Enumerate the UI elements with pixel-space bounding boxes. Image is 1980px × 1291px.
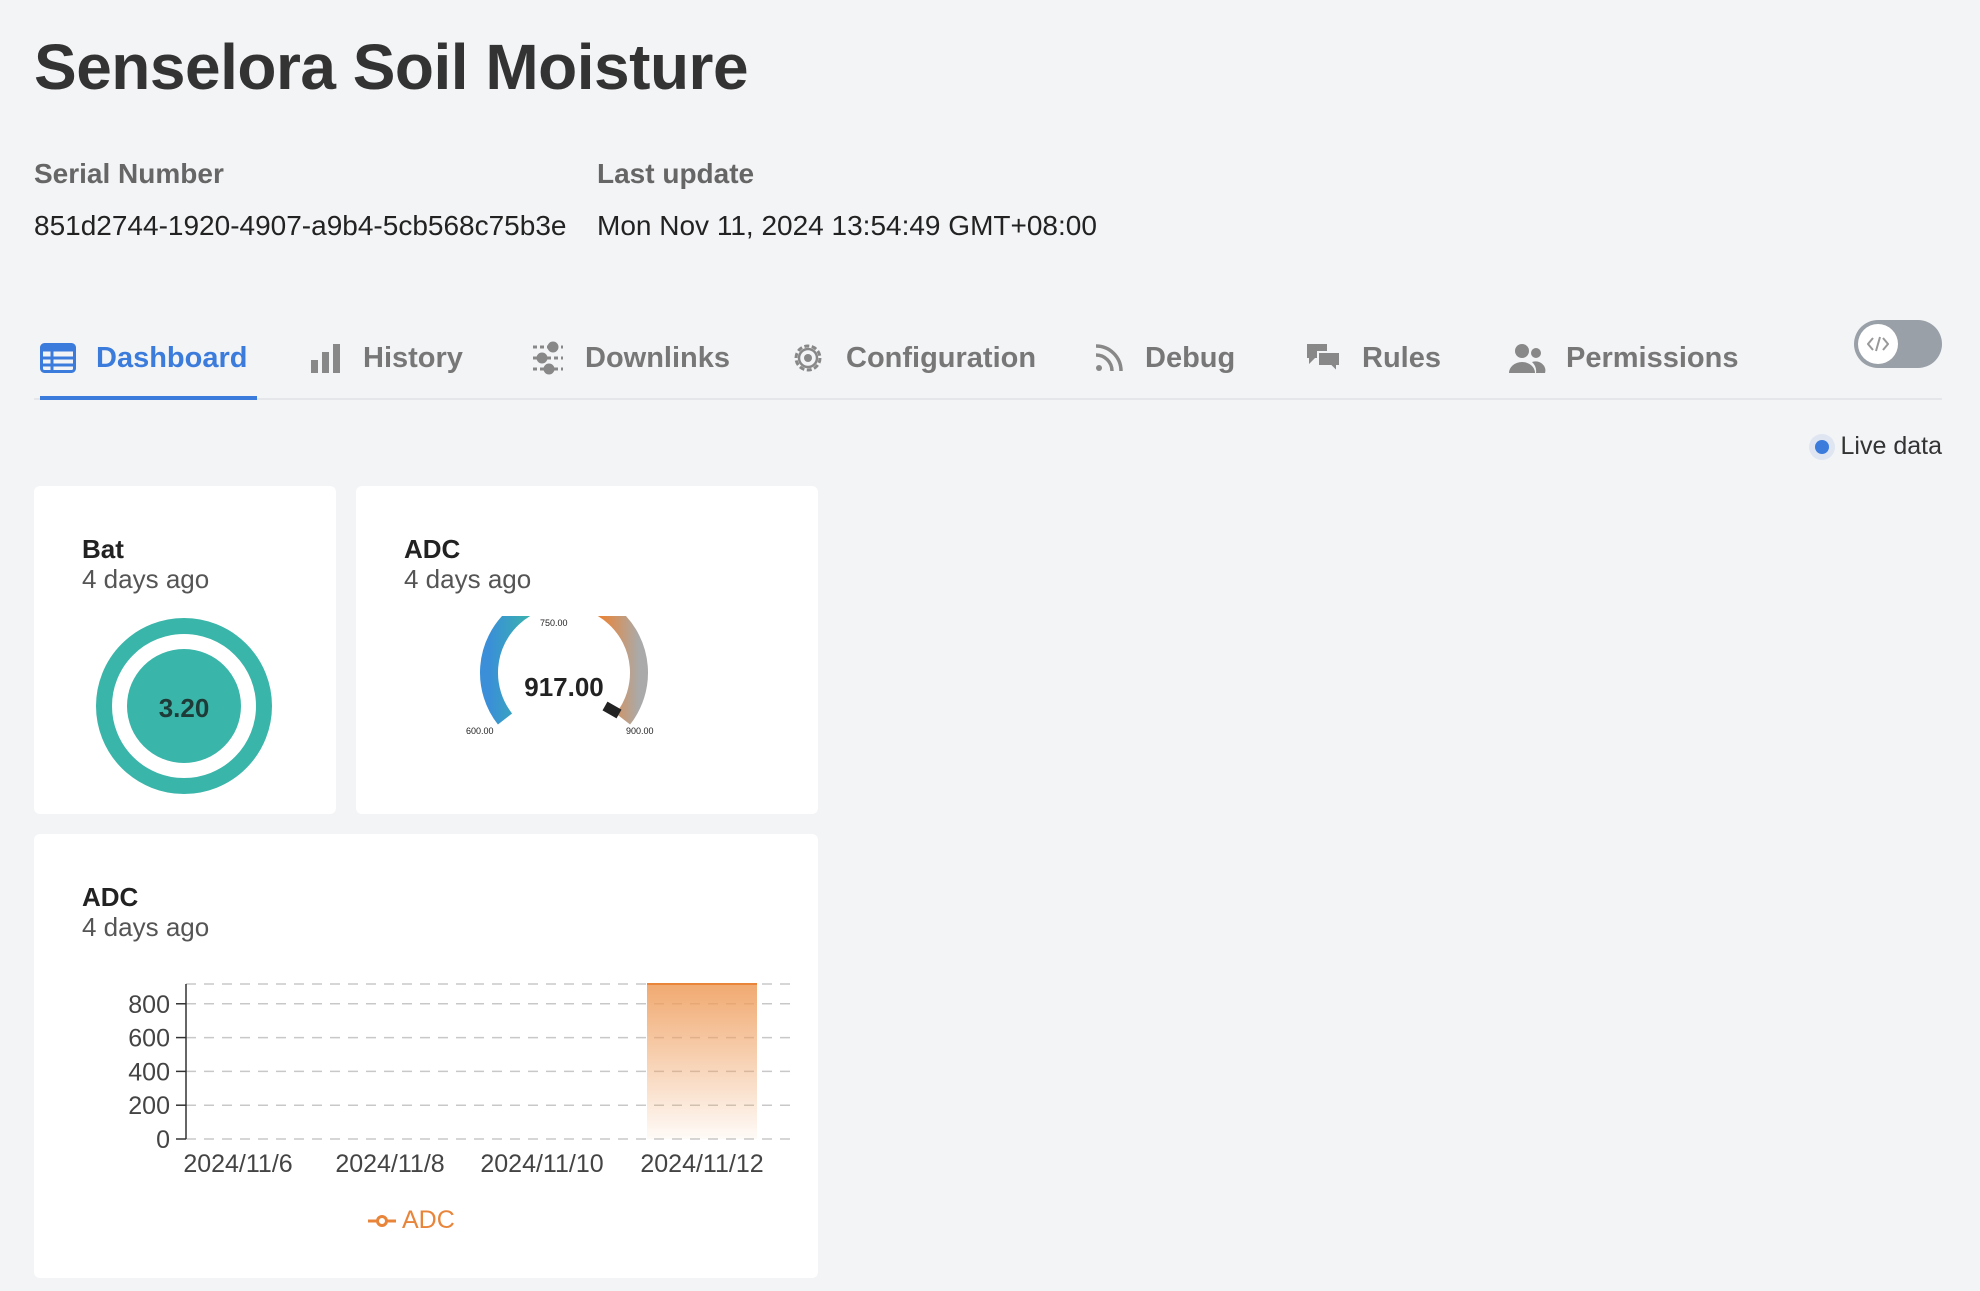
page: Senselora Soil Moisture Serial Number 85… [34, 0, 1942, 1291]
gauge-max-label: 900.00 [626, 726, 654, 736]
adc-gauge-title: ADC [404, 534, 461, 564]
tab-bar: Dashboard History Downlinks Configuratio… [34, 318, 1942, 400]
tab-debug[interactable]: Debug [1093, 318, 1235, 398]
adc-gauge-card: ADC 4 days ago 750.00 600.00 900.00 917.… [356, 486, 818, 814]
page-title: Senselora Soil Moisture [34, 31, 749, 103]
tab-configuration-label: Configuration [846, 341, 1037, 374]
tab-dashboard[interactable]: Dashboard [40, 318, 258, 400]
code-view-toggle[interactable] [1854, 320, 1942, 368]
y-tick-label: 400 [128, 1058, 170, 1086]
legend-line-marker-icon [368, 1214, 396, 1227]
gear-icon [794, 344, 822, 372]
bat-card: Bat 4 days ago 3.20 [34, 486, 336, 814]
tab-configuration[interactable]: Configuration [790, 318, 1036, 398]
y-tick-label: 800 [128, 991, 170, 1019]
tab-history-label: History [363, 341, 463, 374]
tab-history[interactable]: History [309, 318, 463, 398]
last-update-block: Last update Mon Nov 11, 2024 13:54:49 GM… [597, 158, 1097, 242]
table-icon [40, 343, 76, 373]
x-tick-label: 2024/11/10 [480, 1150, 603, 1178]
gauge-needle [602, 701, 622, 719]
live-data-label: Live data [1840, 432, 1942, 460]
adc-chart-card: ADC 4 days ago 800 600 400 200 0 2024/11/6 202… [34, 834, 818, 1278]
serial-number-block: Serial Number 851d2744-1920-4907-a9b4-5c… [34, 158, 566, 242]
code-icon [1867, 336, 1889, 352]
x-tick-label: 2024/11/6 [183, 1150, 292, 1178]
last-update-value: Mon Nov 11, 2024 13:54:49 GMT+08:00 [597, 210, 1097, 241]
tab-downlinks[interactable]: Downlinks [531, 318, 730, 398]
rss-icon [1095, 344, 1123, 372]
serial-number-value: 851d2744-1920-4907-a9b4-5cb568c75b3e [34, 210, 567, 241]
x-tick-label: 2024/11/8 [335, 1150, 444, 1178]
adc-bar [647, 984, 757, 1139]
sliders-icon [533, 341, 563, 375]
bat-ring-gauge: 3.20 [96, 618, 272, 794]
legend-label: ADC [402, 1206, 455, 1234]
tab-debug-label: Debug [1145, 341, 1236, 374]
tab-permissions-label: Permissions [1566, 341, 1739, 374]
users-icon [1509, 344, 1546, 373]
x-tick-label: 2024/11/12 [640, 1150, 763, 1178]
bat-card-title: Bat [82, 534, 124, 564]
serial-number-label: Serial Number [34, 158, 224, 189]
gauge-mid-label: 750.00 [540, 618, 568, 628]
bar-chart-icon [311, 344, 340, 373]
chart-legend[interactable]: ADC [368, 1206, 455, 1235]
live-dot-icon [1814, 439, 1829, 454]
adc-gauge: 750.00 600.00 900.00 917.00 [466, 616, 654, 736]
gauge-value: 917.00 [524, 672, 604, 702]
bat-value: 3.20 [159, 693, 210, 723]
y-tick-label: 200 [128, 1092, 170, 1120]
tab-downlinks-label: Downlinks [585, 341, 731, 374]
tab-rules-label: Rules [1362, 341, 1441, 374]
tab-permissions[interactable]: Permissions [1508, 318, 1738, 398]
last-update-label: Last update [597, 158, 755, 189]
adc-gauge-time: 4 days ago [404, 564, 532, 594]
gauge-min-label: 600.00 [466, 726, 494, 736]
tab-rules[interactable]: Rules [1304, 318, 1441, 398]
live-data-indicator[interactable]: Live data [1814, 432, 1942, 461]
tab-dashboard-label: Dashboard [96, 341, 248, 374]
y-tick-label: 0 [156, 1126, 170, 1154]
bat-card-time: 4 days ago [82, 564, 210, 594]
y-tick-label: 600 [128, 1025, 170, 1053]
chat-icon [1307, 344, 1341, 375]
